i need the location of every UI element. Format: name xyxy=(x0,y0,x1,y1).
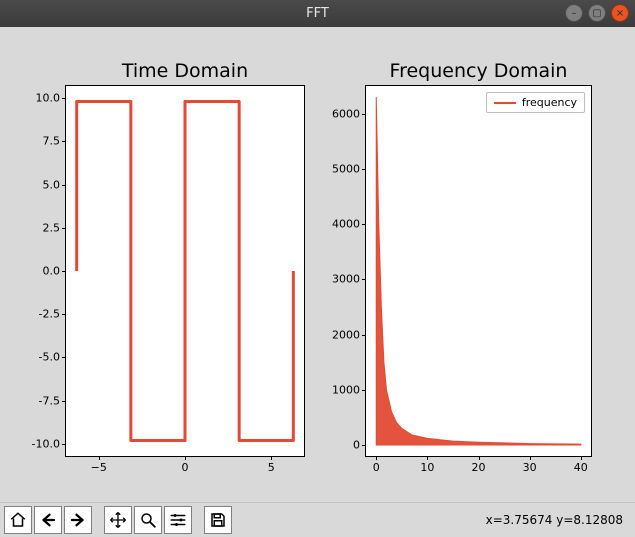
window-title: FFT xyxy=(0,6,635,21)
home-button[interactable] xyxy=(4,506,32,534)
time-domain-axes[interactable]: Time Domain -10.0-7.5-5.0-2.50.02.55.07.… xyxy=(65,85,305,457)
y-tick-label: 1000 xyxy=(332,383,366,396)
zoom-button[interactable] xyxy=(134,506,162,534)
figure-area: Time Domain -10.0-7.5-5.0-2.50.02.55.07.… xyxy=(0,27,635,502)
zoom-icon xyxy=(139,511,157,529)
axes-title-freq: Frequency Domain xyxy=(366,60,591,82)
y-tick-label: 3000 xyxy=(332,273,366,286)
area-series xyxy=(376,97,581,445)
legend-label: frequency xyxy=(522,96,577,109)
minimize-button[interactable]: – xyxy=(565,4,583,22)
axes-title-time: Time Domain xyxy=(66,60,304,82)
window-buttons: – ▢ × xyxy=(565,4,629,22)
save-button[interactable] xyxy=(204,506,232,534)
maximize-button[interactable]: ▢ xyxy=(588,4,606,22)
coord-readout: x=3.75674 y=8.12808 xyxy=(486,513,631,527)
legend: frequency xyxy=(486,92,585,113)
configure-button[interactable] xyxy=(164,506,192,534)
toolbar: x=3.75674 y=8.12808 xyxy=(0,502,635,537)
back-button[interactable] xyxy=(34,506,62,534)
save-icon xyxy=(209,511,227,529)
y-tick-label: 4000 xyxy=(332,218,366,231)
pan-icon xyxy=(109,511,127,529)
configure-icon xyxy=(169,511,187,529)
line-series xyxy=(77,102,294,441)
legend-swatch xyxy=(494,102,516,104)
titlebar: FFT – ▢ × xyxy=(0,0,635,27)
home-icon xyxy=(9,511,27,529)
frequency-domain-axes[interactable]: Frequency Domain frequency 0100020003000… xyxy=(365,85,592,457)
y-tick-label: 5000 xyxy=(332,162,366,175)
forward-icon xyxy=(69,511,87,529)
back-icon xyxy=(39,511,57,529)
close-button[interactable]: × xyxy=(611,4,629,22)
pan-button[interactable] xyxy=(104,506,132,534)
forward-button[interactable] xyxy=(64,506,92,534)
y-tick-label: -10.0 xyxy=(32,437,66,450)
y-tick-label: 6000 xyxy=(332,107,366,120)
y-tick-label: 2000 xyxy=(332,328,366,341)
